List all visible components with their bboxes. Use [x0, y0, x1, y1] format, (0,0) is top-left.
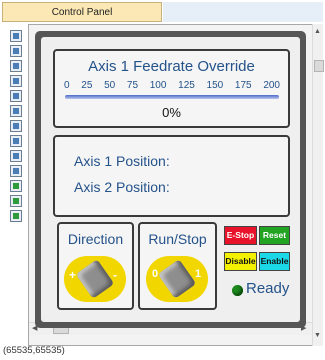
vertical-scrollbar[interactable]: ▲ ▼ [312, 24, 324, 346]
feedrate-value: 0% [162, 105, 181, 120]
image-tool-icon[interactable] [10, 195, 22, 207]
ready-status-text: Ready [246, 280, 290, 297]
bar-tool-icon[interactable] [10, 150, 22, 162]
ready-led-icon [232, 285, 243, 296]
table-tool-icon[interactable] [10, 90, 22, 102]
feedrate-slider[interactable] [65, 95, 279, 99]
scale-tick: 150 [206, 80, 224, 91]
direction-switch[interactable]: Direction + - [57, 222, 134, 310]
feedrate-box: Axis 1 Feedrate Override 0 25 50 75 100 … [53, 49, 290, 128]
direction-minus-label: - [113, 268, 117, 282]
grid-tool-icon[interactable] [10, 105, 22, 117]
reset-button[interactable]: Reset [259, 226, 290, 245]
feedrate-scale: 0 25 50 75 100 125 150 175 200 [64, 80, 280, 91]
run-stop-knob-plate: 0 1 [146, 256, 208, 302]
text-tool-icon[interactable] [10, 45, 22, 57]
scale-tick: 75 [126, 80, 139, 91]
scale-tick: 0 [64, 80, 70, 91]
axis1-position-label: Axis 1 Position: [74, 153, 170, 169]
direction-label: Direction [67, 231, 124, 247]
select-tool-icon[interactable] [10, 30, 22, 42]
estop-button[interactable]: E-Stop [224, 226, 257, 245]
refresh-tool-icon[interactable] [10, 210, 22, 222]
run-stop-switch[interactable]: Run/Stop 0 1 [138, 222, 217, 310]
direction-knob-plate: + - [64, 256, 126, 302]
direction-knob[interactable] [75, 259, 115, 299]
list-tool-icon[interactable] [10, 135, 22, 147]
feedrate-title: Axis 1 Feedrate Override [88, 58, 255, 75]
scale-tick: 25 [81, 80, 93, 91]
run-stop-knob[interactable] [157, 259, 197, 299]
layer-tool-icon[interactable] [10, 180, 22, 192]
scale-tick: 200 [263, 80, 280, 91]
scroll-up-icon[interactable]: ▲ [314, 28, 321, 35]
chart-tool-icon[interactable] [10, 120, 22, 132]
scroll-thumb-vertical[interactable] [314, 60, 324, 72]
direction-plus-label: + [69, 268, 77, 282]
disable-button[interactable]: Disable [224, 252, 257, 271]
positions-box: Axis 1 Position: Axis 2 Position: [53, 135, 290, 217]
gauge-tool-icon[interactable] [10, 165, 22, 177]
cursor-coordinates: (65535,65535) [3, 345, 65, 356]
scale-tick: 125 [178, 80, 195, 91]
tab-bar-background [163, 2, 323, 22]
scroll-down-icon[interactable]: ▼ [314, 332, 321, 339]
tab-control-panel[interactable]: Control Panel [2, 2, 162, 22]
scale-tick: 175 [234, 80, 252, 91]
scale-tick: 50 [104, 80, 116, 91]
panel-tool-icon[interactable] [10, 75, 22, 87]
enable-button[interactable]: Enable [259, 252, 290, 271]
axis2-position-label: Axis 2 Position: [74, 179, 170, 195]
run-stop-one-label: 1 [195, 268, 202, 280]
button-tool-icon[interactable] [10, 60, 22, 72]
run-stop-label: Run/Stop [148, 231, 207, 247]
run-stop-zero-label: 0 [152, 268, 159, 280]
scale-tick: 100 [149, 80, 167, 91]
